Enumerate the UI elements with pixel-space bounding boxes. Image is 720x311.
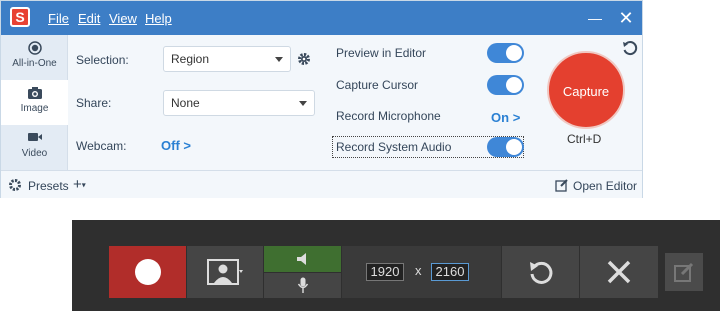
- selection-value: Region: [171, 52, 210, 66]
- edit-button[interactable]: [665, 253, 703, 291]
- option-capture-cursor: Capture Cursor: [336, 78, 419, 92]
- toggle-knob: [506, 45, 522, 61]
- restart-button[interactable]: [502, 246, 579, 298]
- gear-icon[interactable]: [297, 52, 311, 66]
- minimize-button[interactable]: —: [583, 7, 607, 29]
- mode-video[interactable]: Video: [1, 125, 68, 170]
- width-field[interactable]: 1920: [366, 263, 404, 281]
- record-system-audio-toggle[interactable]: [487, 137, 524, 157]
- mode-image[interactable]: Image: [1, 80, 68, 125]
- video-camera-icon: [1, 125, 68, 145]
- chevron-right-icon: >: [183, 138, 191, 153]
- target-icon: [1, 35, 68, 55]
- screen: S File Edit View Help — ✕ All-in-One Ima…: [0, 0, 720, 311]
- webcam-person-icon: [207, 259, 243, 285]
- recording-toolbar: 1920 x 2160: [72, 220, 720, 311]
- microphone-button[interactable]: [264, 273, 341, 298]
- webcam-button[interactable]: [187, 246, 263, 298]
- restart-icon: [530, 261, 553, 284]
- menu-edit[interactable]: Edit: [78, 11, 100, 26]
- edit-icon: [674, 262, 694, 282]
- menu-view-label: View: [109, 11, 137, 26]
- capture-shortcut: Ctrl+D: [567, 132, 602, 146]
- option-preview-in-editor: Preview in Editor: [336, 46, 427, 60]
- presets-button[interactable]: Presets: [28, 179, 69, 193]
- capture-window: S File Edit View Help — ✕ All-in-One Ima…: [0, 0, 643, 198]
- add-preset-button[interactable]: +▾: [73, 176, 86, 193]
- toggle-knob: [506, 77, 522, 93]
- webcam-label: Webcam:: [76, 139, 127, 153]
- mode-label: All-in-One: [12, 58, 57, 69]
- mode-label: Video: [21, 148, 48, 159]
- chevron-down-icon: [299, 101, 307, 106]
- system-audio-button[interactable]: [264, 246, 341, 272]
- cancel-recording-button[interactable]: [580, 246, 658, 298]
- selection-label: Selection:: [76, 53, 129, 67]
- menu-help-label: Help: [145, 11, 172, 26]
- preview-in-editor-toggle[interactable]: [487, 43, 524, 63]
- record-microphone-value: On: [491, 110, 510, 125]
- chevron-down-icon: [275, 57, 283, 62]
- close-icon: [607, 260, 631, 284]
- camera-icon: [1, 80, 68, 100]
- title-bar: S File Edit View Help — ✕: [1, 1, 642, 35]
- close-button[interactable]: ✕: [614, 7, 638, 29]
- edit-icon: [555, 178, 569, 197]
- height-field[interactable]: 2160: [431, 263, 469, 281]
- speaker-icon: [297, 253, 306, 265]
- toggle-knob: [506, 139, 522, 155]
- menu-help[interactable]: Help: [145, 11, 172, 26]
- mode-sidebar: All-in-One Image Video: [1, 35, 68, 170]
- reset-icon[interactable]: [621, 39, 639, 57]
- app-logo-icon: S: [10, 7, 30, 27]
- share-value: None: [171, 96, 200, 110]
- mode-all-in-one[interactable]: All-in-One: [1, 35, 68, 80]
- plus-icon: +: [73, 176, 82, 193]
- microphone-icon: [297, 277, 309, 293]
- chevron-right-icon: >: [512, 110, 521, 125]
- webcam-toggle-link[interactable]: Off >: [161, 138, 191, 153]
- dimensions-panel: 1920 x 2160: [342, 246, 501, 298]
- share-dropdown[interactable]: None: [163, 90, 315, 116]
- mode-label: Image: [20, 103, 49, 114]
- window-footer: Presets +▾ Open Editor: [1, 170, 642, 198]
- menu-view[interactable]: View: [109, 11, 137, 26]
- record-microphone-link[interactable]: On >: [491, 110, 520, 125]
- webcam-value: Off: [161, 138, 180, 153]
- selection-dropdown[interactable]: Region: [163, 46, 291, 72]
- menu-file[interactable]: File: [48, 11, 69, 26]
- record-icon: [135, 259, 161, 285]
- chevron-down-icon: ▾: [81, 180, 86, 190]
- share-label: Share:: [76, 96, 112, 110]
- option-record-microphone: Record Microphone: [336, 109, 441, 123]
- presets-gear-icon: [8, 178, 22, 197]
- capture-button[interactable]: Capture: [547, 51, 625, 129]
- open-editor-button[interactable]: Open Editor: [573, 179, 637, 193]
- menu-file-label: File: [48, 11, 69, 26]
- capture-cursor-toggle[interactable]: [487, 75, 524, 95]
- option-record-system-audio: Record System Audio: [336, 140, 452, 154]
- menu-edit-label: Edit: [78, 11, 101, 26]
- record-button[interactable]: [109, 246, 186, 298]
- times-sign: x: [415, 263, 422, 278]
